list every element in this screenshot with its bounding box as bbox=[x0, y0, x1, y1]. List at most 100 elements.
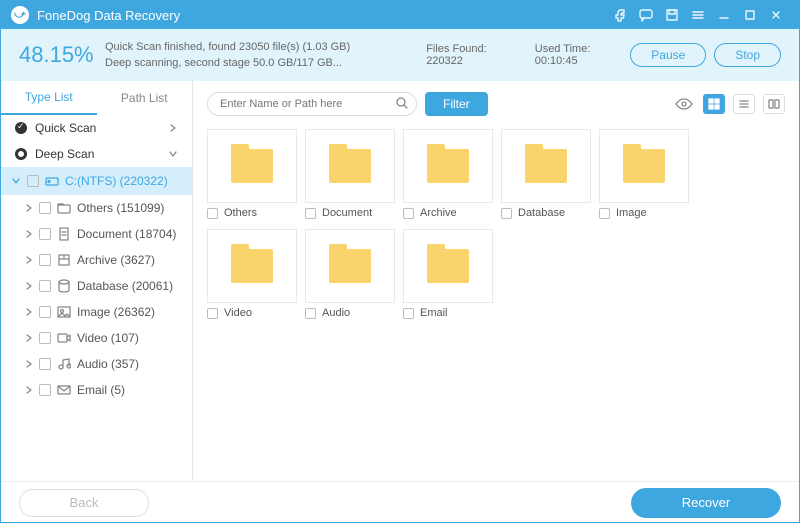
maximize-button[interactable] bbox=[737, 1, 763, 29]
sidebar: Type List Path List Quick Scan Deep Scan… bbox=[1, 81, 193, 481]
tree-checkbox[interactable] bbox=[39, 306, 51, 318]
tree-label: Document (18704) bbox=[77, 227, 176, 241]
folder-icon bbox=[525, 149, 567, 183]
card-label: Audio bbox=[322, 307, 350, 319]
preview-toggle[interactable] bbox=[673, 94, 695, 114]
tree-checkbox[interactable] bbox=[39, 202, 51, 214]
card-checkbox[interactable] bbox=[403, 208, 414, 219]
folder-card[interactable]: Video bbox=[207, 229, 297, 319]
folder-icon bbox=[329, 149, 371, 183]
folder-card[interactable]: Document bbox=[305, 129, 395, 219]
save-icon[interactable] bbox=[659, 1, 685, 29]
card-checkbox[interactable] bbox=[207, 308, 218, 319]
tree-checkbox[interactable] bbox=[39, 228, 51, 240]
folder-thumb bbox=[403, 129, 493, 203]
footer: Back Recover bbox=[1, 481, 799, 523]
view-detail-button[interactable] bbox=[763, 94, 785, 114]
card-label: Video bbox=[224, 307, 252, 319]
feedback-icon[interactable] bbox=[633, 1, 659, 29]
main-panel: Filter Others Document Archive Database … bbox=[193, 81, 799, 481]
stop-button[interactable]: Stop bbox=[714, 43, 781, 67]
tree-checkbox[interactable] bbox=[39, 384, 51, 396]
chevron-right-icon bbox=[25, 386, 33, 394]
card-label: Image bbox=[616, 207, 647, 219]
pause-button[interactable]: Pause bbox=[630, 43, 706, 67]
tab-type-list[interactable]: Type List bbox=[1, 81, 97, 115]
tree-item[interactable]: Database (20061) bbox=[1, 273, 192, 299]
tree-label: Email (5) bbox=[77, 383, 125, 397]
tree-item[interactable]: Archive (3627) bbox=[1, 247, 192, 273]
minimize-button[interactable] bbox=[711, 1, 737, 29]
tree-item[interactable]: Image (26362) bbox=[1, 299, 192, 325]
folder-card[interactable]: Database bbox=[501, 129, 591, 219]
card-checkbox[interactable] bbox=[305, 308, 316, 319]
folder-card[interactable]: Audio bbox=[305, 229, 395, 319]
drive-checkbox[interactable] bbox=[27, 175, 39, 187]
tree-item[interactable]: Email (5) bbox=[1, 377, 192, 403]
card-label: Others bbox=[224, 207, 257, 219]
tree-checkbox[interactable] bbox=[39, 358, 51, 370]
quick-scan-header[interactable]: Quick Scan bbox=[1, 115, 192, 141]
deep-scan-header[interactable]: Deep Scan bbox=[1, 141, 192, 167]
filter-button[interactable]: Filter bbox=[425, 92, 488, 116]
tab-path-list[interactable]: Path List bbox=[97, 81, 193, 115]
folder-thumb bbox=[501, 129, 591, 203]
menu-icon[interactable] bbox=[685, 1, 711, 29]
tree-label: Image (26362) bbox=[77, 305, 155, 319]
recover-button[interactable]: Recover bbox=[631, 488, 781, 518]
view-list-button[interactable] bbox=[733, 94, 755, 114]
drive-row[interactable]: C:(NTFS) (220322) bbox=[1, 167, 192, 195]
folder-icon bbox=[427, 149, 469, 183]
folder-thumb bbox=[305, 229, 395, 303]
tree-checkbox[interactable] bbox=[39, 332, 51, 344]
search-input[interactable] bbox=[207, 92, 417, 116]
app-title: FoneDog Data Recovery bbox=[37, 8, 180, 23]
tree-checkbox[interactable] bbox=[39, 254, 51, 266]
folder-icon bbox=[231, 149, 273, 183]
drive-label: C:(NTFS) (220322) bbox=[65, 174, 168, 188]
tree-item[interactable]: Document (18704) bbox=[1, 221, 192, 247]
card-checkbox[interactable] bbox=[501, 208, 512, 219]
folder-card[interactable]: Others bbox=[207, 129, 297, 219]
chevron-right-icon bbox=[25, 308, 33, 316]
facebook-icon[interactable] bbox=[607, 1, 633, 29]
folder-card[interactable]: Archive bbox=[403, 129, 493, 219]
back-button[interactable]: Back bbox=[19, 489, 149, 517]
archive-icon bbox=[57, 253, 71, 267]
tree-item[interactable]: Video (107) bbox=[1, 325, 192, 351]
folder-icon bbox=[329, 249, 371, 283]
close-button[interactable] bbox=[763, 1, 789, 29]
folder-icon bbox=[57, 201, 71, 215]
card-checkbox[interactable] bbox=[305, 208, 316, 219]
folder-thumb bbox=[403, 229, 493, 303]
files-found-label: Files Found: bbox=[426, 43, 487, 55]
tree-label: Video (107) bbox=[77, 331, 139, 345]
tree-item[interactable]: Others (151099) bbox=[1, 195, 192, 221]
drive-icon bbox=[45, 174, 59, 188]
used-time-value: 00:10:45 bbox=[535, 55, 578, 67]
card-label: Document bbox=[322, 207, 372, 219]
chevron-right-icon bbox=[25, 334, 33, 342]
card-checkbox[interactable] bbox=[403, 308, 414, 319]
app-logo-icon: ⤻ bbox=[11, 6, 29, 24]
folder-icon bbox=[427, 249, 469, 283]
tree-checkbox[interactable] bbox=[39, 280, 51, 292]
progress-circle-icon bbox=[15, 148, 27, 160]
title-bar: ⤻ FoneDog Data Recovery bbox=[1, 1, 799, 29]
view-grid-button[interactable] bbox=[703, 94, 725, 114]
folder-icon bbox=[231, 249, 273, 283]
files-found-value: 220322 bbox=[426, 55, 463, 67]
card-checkbox[interactable] bbox=[207, 208, 218, 219]
scan-percent: 48.15% bbox=[19, 42, 89, 68]
status-line-2: Deep scanning, second stage 50.0 GB/117 … bbox=[105, 55, 350, 72]
tree-label: Others (151099) bbox=[77, 201, 164, 215]
folder-card[interactable]: Image bbox=[599, 129, 689, 219]
folder-card[interactable]: Email bbox=[403, 229, 493, 319]
image-icon bbox=[57, 305, 71, 319]
tree-item[interactable]: Audio (357) bbox=[1, 351, 192, 377]
used-time-label: Used Time: bbox=[535, 43, 591, 55]
card-checkbox[interactable] bbox=[599, 208, 610, 219]
chevron-right-icon bbox=[25, 360, 33, 368]
video-icon bbox=[57, 331, 71, 345]
search-icon[interactable] bbox=[395, 96, 409, 110]
